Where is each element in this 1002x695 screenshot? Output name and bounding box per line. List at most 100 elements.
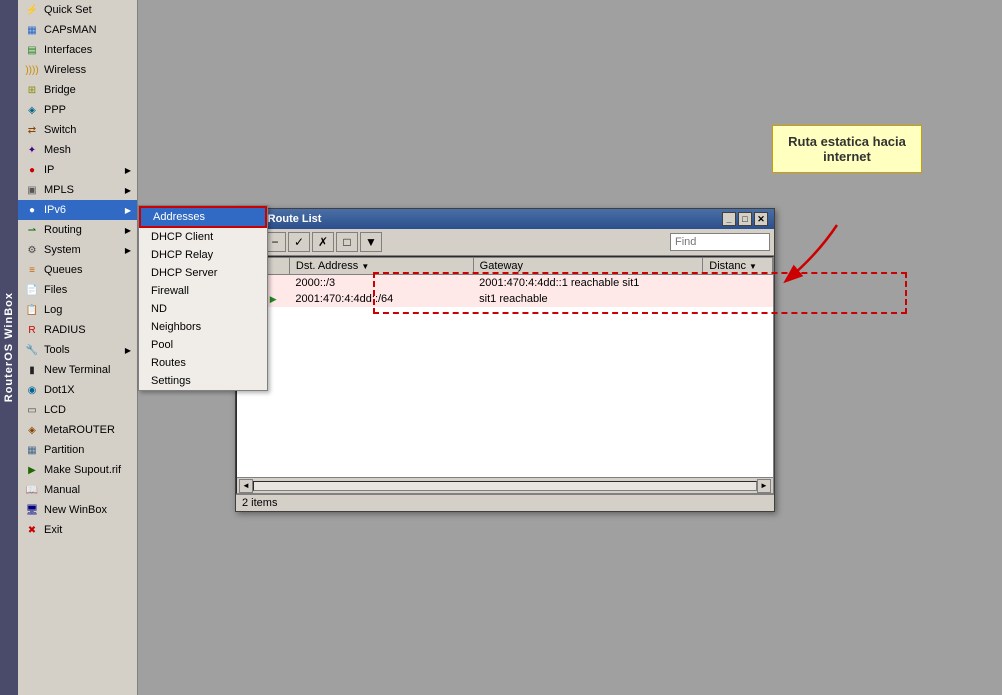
cell-dist	[703, 291, 773, 307]
route-table: Dst. Address ▼ Gateway Distanc ▼	[237, 257, 773, 307]
cancel-button[interactable]: ✗	[312, 232, 334, 252]
ip-arrow: ▶	[125, 166, 131, 175]
sidebar-item-mesh[interactable]: ✦ Mesh	[18, 140, 137, 160]
sidebar-item-quick-set[interactable]: ⚡ Quick Set	[18, 0, 137, 20]
cell-dst: 2000::/3	[289, 275, 473, 292]
route-table-container: Dst. Address ▼ Gateway Distanc ▼	[236, 256, 774, 494]
submenu-item-firewall[interactable]: Firewall	[139, 282, 267, 300]
cell-dst: 2001:470:4:4dd::/64	[289, 291, 473, 307]
tools-arrow: ▶	[125, 346, 131, 355]
window-titlebar: IPv6 Route List _ □ ✕	[236, 209, 774, 229]
system-icon: ⚙	[24, 242, 40, 258]
dot1x-icon: ◉	[24, 382, 40, 398]
table-scroll-area[interactable]: Dst. Address ▼ Gateway Distanc ▼	[237, 257, 773, 477]
ip-icon: ●	[24, 162, 40, 178]
radius-icon: R	[24, 322, 40, 338]
maximize-button[interactable]: □	[738, 212, 752, 226]
sidebar-item-capsman[interactable]: ▦ CAPsMAN	[18, 20, 137, 40]
close-button[interactable]: ✕	[754, 212, 768, 226]
vertical-app-label: RouterOS WinBox	[0, 0, 18, 695]
sidebar-item-ip[interactable]: ● IP ▶	[18, 160, 137, 180]
meta-icon: ◈	[24, 422, 40, 438]
ipv6-arrow: ▶	[125, 206, 131, 215]
window-controls: _ □ ✕	[722, 212, 768, 226]
minimize-button[interactable]: _	[722, 212, 736, 226]
sidebar-item-make-supout[interactable]: ▶ Make Supout.rif	[18, 460, 137, 480]
sidebar-item-new-terminal[interactable]: ▮ New Terminal	[18, 360, 137, 380]
terminal-icon: ▮	[24, 362, 40, 378]
sidebar-item-system[interactable]: ⚙ System ▶	[18, 240, 137, 260]
submenu-item-dhcp-server[interactable]: DHCP Server	[139, 264, 267, 282]
sidebar-item-radius[interactable]: R RADIUS	[18, 320, 137, 340]
scrollbar-track[interactable]	[253, 481, 757, 491]
sidebar-item-ppp[interactable]: ◈ PPP	[18, 100, 137, 120]
scroll-right-button[interactable]: ►	[757, 479, 771, 493]
submenu-item-addresses[interactable]: Addresses	[139, 206, 267, 228]
wireless-icon: ))))	[24, 62, 40, 78]
sidebar-item-mpls[interactable]: ▣ MPLS ▶	[18, 180, 137, 200]
sidebar-item-routing[interactable]: ⇀ Routing ▶	[18, 220, 137, 240]
sidebar-item-files[interactable]: 📄 Files	[18, 280, 137, 300]
mpls-arrow: ▶	[125, 186, 131, 195]
sidebar-item-new-winbox[interactable]: 🖥 New WinBox	[18, 500, 137, 520]
system-arrow: ▶	[125, 246, 131, 255]
sidebar-item-manual[interactable]: 📖 Manual	[18, 480, 137, 500]
sidebar-item-partition[interactable]: ▦ Partition	[18, 440, 137, 460]
routing-icon: ⇀	[24, 222, 40, 238]
caps-icon: ▦	[24, 22, 40, 38]
sidebar-item-log[interactable]: 📋 Log	[18, 300, 137, 320]
table-row[interactable]: AS ▶ 2000::/3 2001:470:4:4dd::1 reachabl…	[238, 275, 773, 292]
sort-arrow-dst: ▼	[361, 262, 369, 271]
col-header-dist[interactable]: Distanc ▼	[703, 258, 773, 275]
sidebar-item-exit[interactable]: ✖ Exit	[18, 520, 137, 540]
ipv6-submenu: Addresses DHCP Client DHCP Relay DHCP Se…	[138, 205, 268, 391]
submenu-item-pool[interactable]: Pool	[139, 336, 267, 354]
route-window: IPv6 Route List _ □ ✕ + − ✓ ✗ □ ▼ Dst. A…	[235, 208, 775, 512]
mpls-icon: ▣	[24, 182, 40, 198]
lcd-icon: ▭	[24, 402, 40, 418]
sidebar-item-metarouter[interactable]: ◈ MetaROUTER	[18, 420, 137, 440]
routing-arrow: ▶	[125, 226, 131, 235]
cell-gw: 2001:470:4:4dd::1 reachable sit1	[473, 275, 703, 292]
sort-arrow-dist: ▼	[749, 262, 757, 271]
submenu-item-dhcp-relay[interactable]: DHCP Relay	[139, 246, 267, 264]
submenu-item-nd[interactable]: ND	[139, 300, 267, 318]
filter-button[interactable]: ▼	[360, 232, 382, 252]
sidebar-item-dot1x[interactable]: ◉ Dot1X	[18, 380, 137, 400]
lightning-icon: ⚡	[24, 2, 40, 18]
table-row[interactable]: DAC ▶ 2001:470:4:4dd::/64 sit1 reachable	[238, 291, 773, 307]
sidebar-item-interfaces[interactable]: ▤ Interfaces	[18, 40, 137, 60]
submenu-item-settings[interactable]: Settings	[139, 372, 267, 390]
cell-gw: sit1 reachable	[473, 291, 703, 307]
sidebar-item-bridge[interactable]: ⊞ Bridge	[18, 80, 137, 100]
annotation-tooltip: Ruta estatica hacia internet	[772, 125, 922, 173]
winbox-icon: 🖥	[24, 502, 40, 518]
sidebar-item-tools[interactable]: 🔧 Tools ▶	[18, 340, 137, 360]
supout-icon: ▶	[24, 462, 40, 478]
files-icon: 📄	[24, 282, 40, 298]
horizontal-scrollbar[interactable]: ◄ ►	[237, 477, 773, 493]
tools-icon: 🔧	[24, 342, 40, 358]
copy-button[interactable]: □	[336, 232, 358, 252]
sidebar-item-queues[interactable]: ≡ Queues	[18, 260, 137, 280]
window-footer: 2 items	[236, 494, 774, 511]
col-header-gw[interactable]: Gateway	[473, 258, 703, 275]
submenu-item-neighbors[interactable]: Neighbors	[139, 318, 267, 336]
sidebar: ⚡ Quick Set ▦ CAPsMAN ▤ Interfaces )))) …	[18, 0, 138, 695]
cell-dist	[703, 275, 773, 292]
col-header-dst[interactable]: Dst. Address ▼	[289, 258, 473, 275]
check-button[interactable]: ✓	[288, 232, 310, 252]
sidebar-item-wireless[interactable]: )))) Wireless	[18, 60, 137, 80]
sidebar-item-ipv6[interactable]: ● IPv6 ▶	[18, 200, 137, 220]
window-toolbar: + − ✓ ✗ □ ▼	[236, 229, 774, 256]
sidebar-item-switch[interactable]: ⇄ Switch	[18, 120, 137, 140]
submenu-item-routes[interactable]: Routes	[139, 354, 267, 372]
scroll-left-button[interactable]: ◄	[239, 479, 253, 493]
manual-icon: 📖	[24, 482, 40, 498]
sidebar-item-lcd[interactable]: ▭ LCD	[18, 400, 137, 420]
find-box	[670, 233, 770, 251]
exit-icon: ✖	[24, 522, 40, 538]
find-input[interactable]	[670, 233, 770, 251]
switch-icon: ⇄	[24, 122, 40, 138]
submenu-item-dhcp-client[interactable]: DHCP Client	[139, 228, 267, 246]
